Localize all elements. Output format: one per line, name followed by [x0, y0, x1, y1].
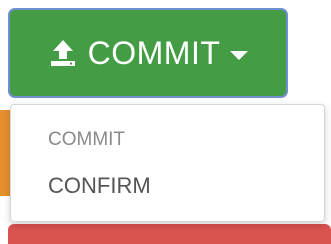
dropdown-menu: COMMIT CONFIRM: [10, 104, 325, 222]
chevron-down-icon: [230, 50, 249, 60]
dropdown-header: COMMIT: [48, 129, 126, 150]
red-button-edge[interactable]: [8, 224, 331, 244]
commit-button-label: COMMIT: [87, 34, 221, 71]
menu-item-confirm[interactable]: CONFIRM: [48, 173, 151, 199]
commit-dropdown-button[interactable]: COMMIT: [8, 8, 288, 98]
upload-icon: [48, 38, 78, 68]
stage: COMMIT COMMIT CONFIRM: [0, 0, 331, 244]
